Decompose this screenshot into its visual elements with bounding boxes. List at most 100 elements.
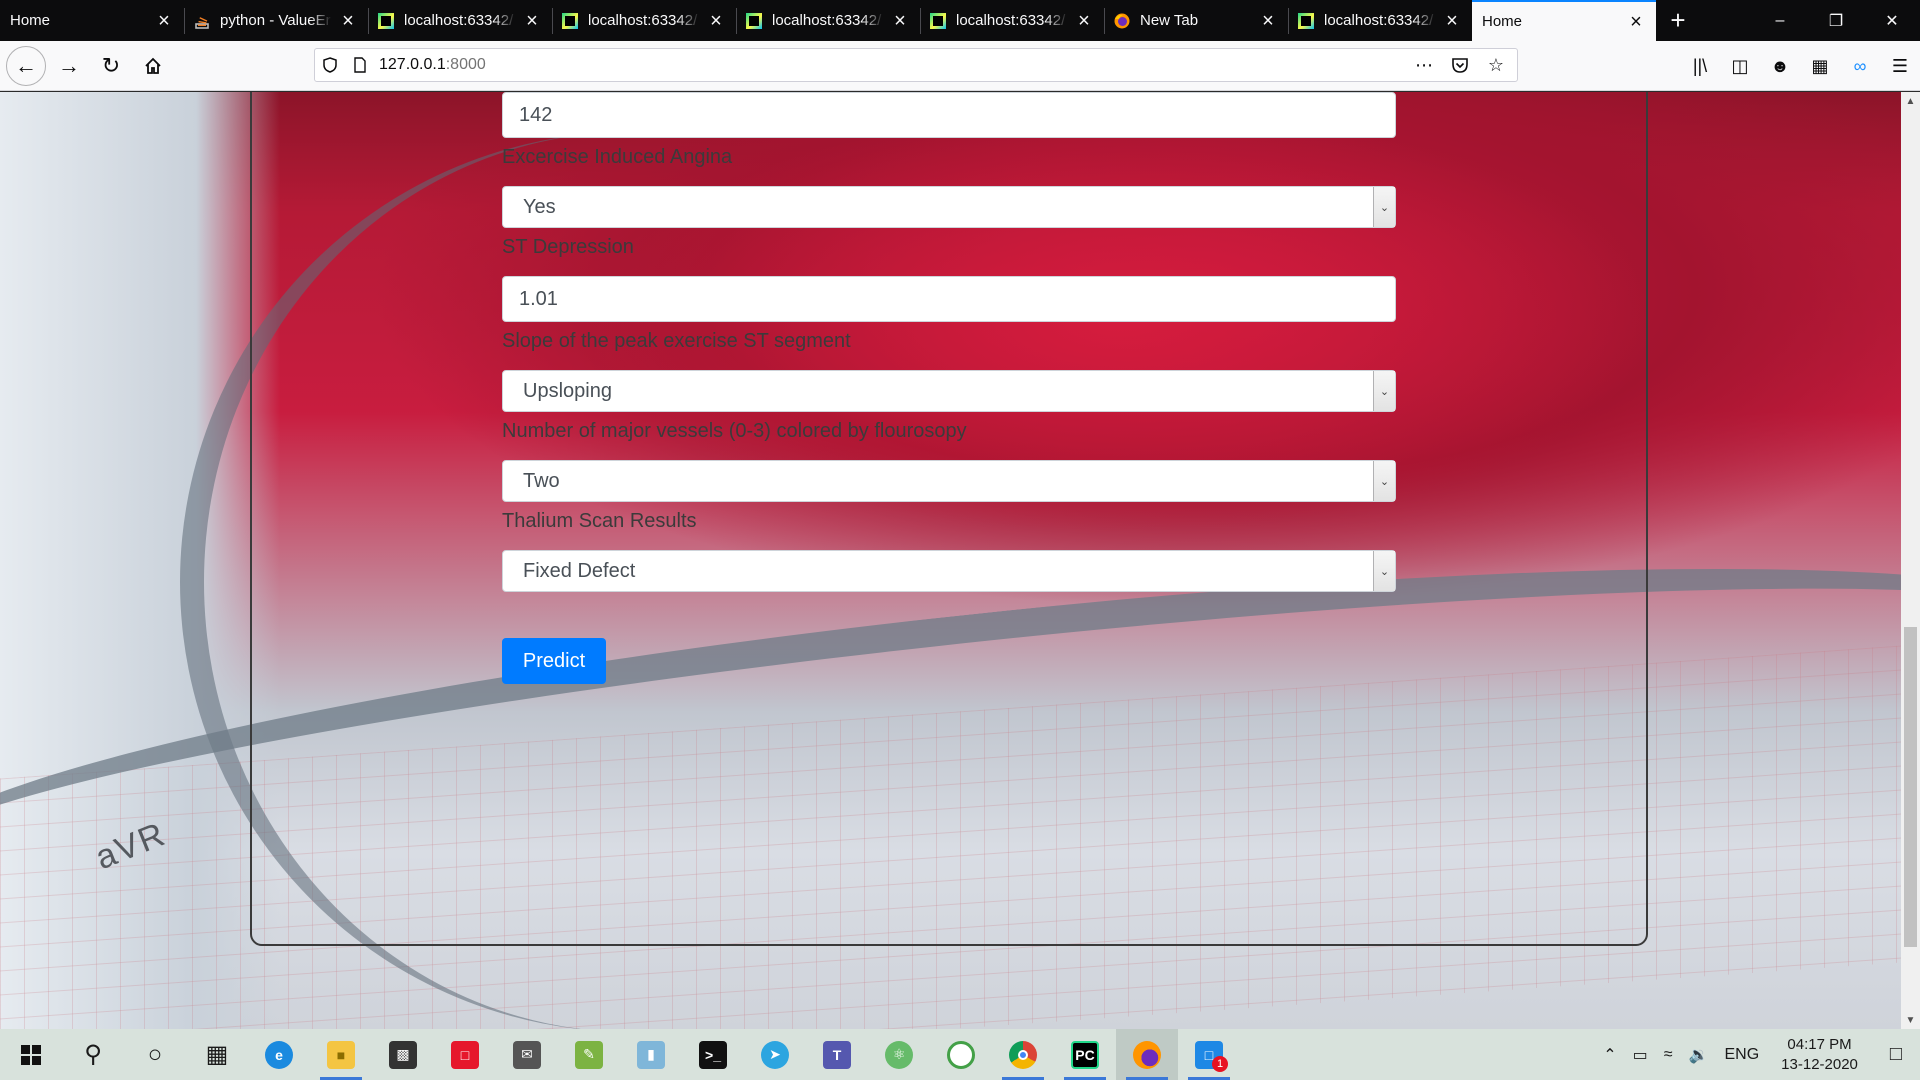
major-vessels-select[interactable]: Two ⌄ bbox=[502, 460, 1396, 502]
extension-icon[interactable]: ▦ bbox=[1800, 56, 1840, 77]
library-icon[interactable]: ||\ bbox=[1680, 56, 1720, 77]
sidebar-icon[interactable]: ◫ bbox=[1720, 56, 1760, 77]
bookmark-star-icon[interactable]: ☆ bbox=[1481, 55, 1511, 76]
field-label: Number of major vessels (0-3) colored by… bbox=[502, 419, 967, 442]
gift-app-icon[interactable]: □ bbox=[434, 1029, 496, 1080]
close-icon[interactable]: × bbox=[890, 11, 910, 31]
max-heart-rate-input[interactable]: 142 bbox=[502, 92, 1396, 138]
menu-hamburger-icon[interactable]: ☰ bbox=[1880, 56, 1920, 77]
clock[interactable]: 04:17 PM 13-12-2020 bbox=[1767, 1035, 1872, 1075]
chrome-icon[interactable] bbox=[992, 1029, 1054, 1080]
field-label: Excercise Induced Angina bbox=[502, 145, 733, 168]
select-value: Fixed Defect bbox=[523, 559, 636, 582]
tab-localhost-1[interactable]: localhost:63342/ × bbox=[368, 0, 552, 41]
battery-icon[interactable]: ▭ bbox=[1625, 1045, 1656, 1065]
chevron-down-icon[interactable]: ⌄ bbox=[1373, 461, 1395, 501]
chevron-down-icon[interactable]: ⌄ bbox=[1373, 187, 1395, 227]
tab-new-tab[interactable]: New Tab × bbox=[1104, 0, 1288, 41]
address-bar[interactable]: 127.0.0.1:8000 ⋯ ☆ bbox=[314, 48, 1518, 82]
store-icon[interactable]: ▩ bbox=[372, 1029, 434, 1080]
cortana-icon[interactable]: ○ bbox=[124, 1029, 186, 1080]
forward-arrow-icon[interactable]: → bbox=[50, 47, 88, 85]
pycharm-icon bbox=[746, 12, 762, 29]
back-arrow-icon[interactable]: ← bbox=[6, 45, 46, 86]
close-icon[interactable]: × bbox=[154, 11, 174, 31]
scroll-down-arrow-icon[interactable]: ▼ bbox=[1901, 1011, 1920, 1029]
st-depression-input[interactable]: 1.01 bbox=[502, 276, 1396, 322]
wifi-icon[interactable]: ≈ bbox=[1656, 1046, 1681, 1064]
exercise-angina-select[interactable]: Yes ⌄ bbox=[502, 186, 1396, 228]
close-icon[interactable]: × bbox=[1442, 11, 1462, 31]
pycharm-icon bbox=[562, 12, 578, 29]
app-icon[interactable]: ▮ bbox=[620, 1029, 682, 1080]
volume-icon[interactable]: 🔉 bbox=[1681, 1045, 1717, 1065]
home-icon[interactable] bbox=[134, 47, 172, 85]
pycharm-taskbar-icon[interactable]: PC bbox=[1054, 1029, 1116, 1080]
close-icon[interactable]: × bbox=[1074, 11, 1094, 31]
language-indicator[interactable]: ENG bbox=[1717, 1046, 1768, 1064]
notification-badge: 1 bbox=[1212, 1056, 1228, 1072]
pycharm-browser-icon[interactable]: □ 1 bbox=[1178, 1029, 1240, 1080]
terminal-icon[interactable]: >_ bbox=[682, 1029, 744, 1080]
chevron-down-icon[interactable]: ⌄ bbox=[1373, 371, 1395, 411]
tab-stackoverflow[interactable]: python - ValueError × bbox=[184, 0, 368, 41]
select-value: Upsloping bbox=[523, 379, 612, 402]
close-icon[interactable]: × bbox=[522, 11, 542, 31]
teams-icon[interactable]: T bbox=[806, 1029, 868, 1080]
tab-home-active[interactable]: Home × bbox=[1472, 0, 1656, 41]
new-tab-plus-icon[interactable]: + bbox=[1656, 0, 1700, 41]
tab-localhost-4[interactable]: localhost:63342/ × bbox=[920, 0, 1104, 41]
pycharm-icon bbox=[930, 12, 946, 29]
select-value: Yes bbox=[523, 195, 556, 218]
scroll-up-arrow-icon[interactable]: ▲ bbox=[1901, 92, 1920, 110]
close-icon[interactable]: × bbox=[1626, 12, 1646, 32]
slope-select[interactable]: Upsloping ⌄ bbox=[502, 370, 1396, 412]
close-icon[interactable]: × bbox=[338, 11, 358, 31]
edge-icon[interactable]: e bbox=[248, 1029, 310, 1080]
navigation-bar: ← → ↻ 127.0.0.1:8000 ⋯ ☆ ||\ ◫ ☻ ▦ ∞ ☰ bbox=[0, 41, 1920, 91]
tab-title: localhost:63342/ bbox=[956, 12, 1066, 29]
close-icon[interactable]: × bbox=[706, 11, 726, 31]
tab-title: localhost:63342/ bbox=[1324, 12, 1434, 29]
notepad-app-icon[interactable]: ✎ bbox=[558, 1029, 620, 1080]
notifications-icon[interactable]: □ bbox=[1872, 1043, 1920, 1066]
tab-localhost-5[interactable]: localhost:63342/ × bbox=[1288, 0, 1472, 41]
account-icon[interactable]: ☻ bbox=[1760, 56, 1800, 77]
more-actions-icon[interactable]: ⋯ bbox=[1409, 55, 1439, 76]
atom-icon[interactable]: ⚛ bbox=[868, 1029, 930, 1080]
field-label: ST Depression bbox=[502, 235, 634, 258]
tab-home[interactable]: Home × bbox=[0, 0, 184, 41]
tab-title: New Tab bbox=[1140, 12, 1199, 29]
window-controls: – ❐ ✕ bbox=[1752, 0, 1920, 41]
firefox-icon bbox=[1114, 13, 1130, 29]
restore-icon[interactable]: ❐ bbox=[1808, 0, 1864, 41]
page-icon[interactable] bbox=[345, 57, 375, 73]
search-icon[interactable]: ⚲ bbox=[62, 1029, 124, 1080]
extension-infinity-icon[interactable]: ∞ bbox=[1840, 56, 1880, 77]
mail-icon[interactable]: ✉ bbox=[496, 1029, 558, 1080]
firefox-taskbar-icon[interactable] bbox=[1116, 1029, 1178, 1080]
scrollbar-thumb[interactable] bbox=[1904, 627, 1917, 947]
clock-date: 13-12-2020 bbox=[1781, 1055, 1858, 1073]
windows-start-icon[interactable] bbox=[0, 1029, 62, 1080]
reload-icon[interactable]: ↻ bbox=[92, 47, 130, 85]
chevron-down-icon[interactable]: ⌄ bbox=[1373, 551, 1395, 591]
tab-localhost-3[interactable]: localhost:63342/ × bbox=[736, 0, 920, 41]
file-explorer-icon[interactable]: ■ bbox=[310, 1029, 372, 1080]
close-icon[interactable]: × bbox=[1258, 11, 1278, 31]
tab-title: localhost:63342/ bbox=[588, 12, 698, 29]
window-close-icon[interactable]: ✕ bbox=[1864, 0, 1920, 41]
sync-app-icon[interactable] bbox=[930, 1029, 992, 1080]
minimize-icon[interactable]: – bbox=[1752, 0, 1808, 41]
prediction-form: 142 Excercise Induced Angina Yes ⌄ ST De… bbox=[502, 92, 1396, 592]
task-view-icon[interactable]: ▦ bbox=[186, 1029, 248, 1080]
shield-icon[interactable] bbox=[315, 57, 345, 73]
predict-button[interactable]: Predict bbox=[502, 638, 606, 684]
url-text[interactable]: 127.0.0.1:8000 bbox=[379, 56, 486, 74]
page-scrollbar[interactable]: ▲ ▼ bbox=[1901, 92, 1920, 1029]
thalium-scan-select[interactable]: Fixed Defect ⌄ bbox=[502, 550, 1396, 592]
pocket-icon[interactable] bbox=[1445, 56, 1475, 74]
tab-localhost-2[interactable]: localhost:63342/ × bbox=[552, 0, 736, 41]
telegram-icon[interactable]: ➤ bbox=[744, 1029, 806, 1080]
chevron-up-icon[interactable]: ⌃ bbox=[1595, 1045, 1624, 1065]
